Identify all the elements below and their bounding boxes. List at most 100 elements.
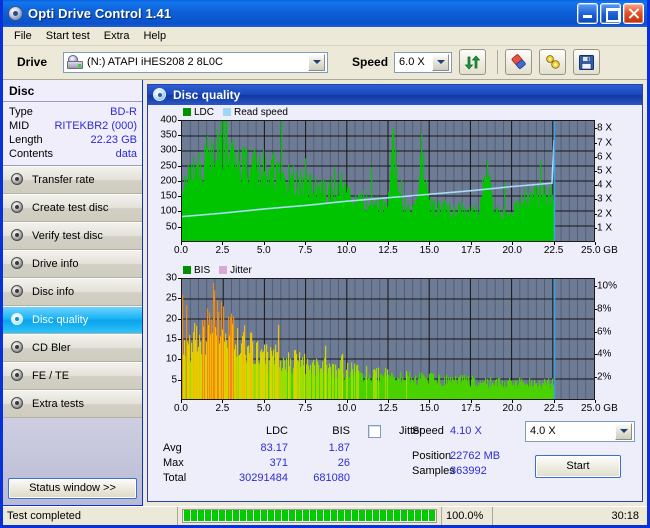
x-tick xyxy=(553,241,555,245)
x-tick xyxy=(553,399,555,403)
disc-info-value: RITEKBR2 (000) xyxy=(54,119,137,132)
sidebar-item-transfer-rate[interactable]: Transfer rate xyxy=(3,165,142,194)
disc-icon xyxy=(7,5,24,22)
y-tick-label: 250 xyxy=(160,160,177,172)
sidebar-item-label: Disc info xyxy=(32,285,75,298)
close-button[interactable] xyxy=(623,3,644,24)
menu-item-help[interactable]: Help xyxy=(136,28,173,44)
drive-select[interactable]: (N:) ATAPI iHES208 2 8L0C xyxy=(63,51,329,73)
y2-tick-label: 6 X xyxy=(597,151,613,163)
speed-select[interactable]: 6.0 X xyxy=(394,51,453,73)
disc-info-value: BD-R xyxy=(110,105,137,118)
stats-max-bis: 26 xyxy=(337,456,350,469)
stats-max-ldc: 371 xyxy=(269,456,288,469)
sidebar-item-label: Verify test disc xyxy=(32,229,103,242)
x-tick-label: 12.5 xyxy=(378,402,398,414)
sidebar-item-extra-tests[interactable]: Extra tests xyxy=(3,389,142,418)
menu-item-extra[interactable]: Extra xyxy=(97,28,137,44)
x-tick xyxy=(181,399,182,403)
charts-area: LDC Read speed 50 100 150 200 250 300 350 400 1… xyxy=(148,105,642,501)
window-title: Opti Drive Control 1.41 xyxy=(28,5,172,21)
sidebar-item-disc-info[interactable]: Disc info xyxy=(3,277,142,306)
sidebar-item-disc-quality[interactable]: Disc quality xyxy=(3,305,142,334)
stats-row-label-total: Total xyxy=(163,471,187,484)
sidebar-item-drive-info[interactable]: Drive info xyxy=(3,249,142,278)
x-tick-label: 25.0 GB xyxy=(581,244,618,256)
x-tick-label: 10.0 xyxy=(336,402,357,414)
x-tick-label: 10.0 xyxy=(336,244,357,256)
app-body: Disc Type BD-R MID RITEKBR2 (000) Length… xyxy=(3,79,647,506)
eraser-icon xyxy=(511,54,526,70)
sidebar-item-cd-bler[interactable]: CD Bler xyxy=(3,333,142,362)
sidebar-item-label: CD Bler xyxy=(32,341,71,354)
optical-drive-icon xyxy=(67,55,84,70)
tools-icon xyxy=(545,55,560,70)
legend-swatch-jitter xyxy=(219,266,228,275)
menu-item-file[interactable]: File xyxy=(7,28,39,44)
progress-block xyxy=(254,510,260,522)
chevron-down-icon[interactable] xyxy=(308,53,326,71)
tools-button[interactable] xyxy=(539,49,567,76)
ldc-chart-legend: LDC Read speed xyxy=(183,107,294,118)
test-speed-select[interactable]: 4.0 X xyxy=(525,420,635,442)
progress-block xyxy=(303,510,309,522)
erase-button[interactable] xyxy=(505,49,533,76)
refresh-button[interactable] xyxy=(459,49,487,76)
x-tick xyxy=(181,241,182,245)
y-tick-label: 25 xyxy=(165,292,177,304)
x-tick-label: 15.0 xyxy=(419,244,440,256)
chevron-down-icon[interactable] xyxy=(615,422,632,440)
disc-quality-panel: Disc quality LDC Read speed 50 100 150 200 2… xyxy=(147,83,643,502)
sidebar-item-label: Transfer rate xyxy=(32,173,95,186)
progress-block xyxy=(184,510,190,522)
x-tick-label: 25.0 GB xyxy=(581,402,618,414)
y2-tick-label: 4% xyxy=(597,348,612,360)
progress-block xyxy=(394,510,400,522)
disc-icon xyxy=(153,87,167,102)
x-tick xyxy=(388,241,389,245)
chevron-down-icon[interactable] xyxy=(432,53,450,71)
x-tick-label: 20.0 xyxy=(502,244,522,256)
minimize-button[interactable] xyxy=(577,3,598,24)
status-window-button[interactable]: Status window >> xyxy=(8,477,137,499)
x-tick xyxy=(346,399,348,403)
progress-block xyxy=(233,510,239,522)
sidebar-item-fe-te[interactable]: FE / TE xyxy=(3,361,142,390)
sidebar-item-label: FE / TE xyxy=(32,369,70,382)
progress-block xyxy=(338,510,344,522)
sidebar-item-create-test-disc[interactable]: Create test disc xyxy=(3,193,142,222)
x-tick-label: 12.5 xyxy=(378,244,398,256)
disc-info-row-type: Type BD-R xyxy=(9,105,137,119)
disc-icon xyxy=(10,228,25,243)
x-tick-label: 15.0 xyxy=(419,402,440,414)
legend-swatch-read-speed xyxy=(223,108,232,117)
y-tick-label: 30 xyxy=(165,272,177,284)
sidebar-item-label: Drive info xyxy=(32,257,79,270)
y2-tick-label: 8% xyxy=(597,303,612,315)
ldc-chart: LDC Read speed 50 100 150 200 250 300 350 400 1… xyxy=(150,107,640,265)
x-tick xyxy=(470,399,472,403)
sidebar-item-verify-test-disc[interactable]: Verify test disc xyxy=(3,221,142,250)
disc-info-value: 22.23 GB xyxy=(90,133,137,146)
bis-plot-svg xyxy=(182,278,594,399)
bis-chart: BIS Jitter 5 10 15 20 25 30 2% 4% 6% 8% 10% 0.0 2.… xyxy=(150,265,640,423)
progress-block xyxy=(191,510,197,522)
progress-block xyxy=(296,510,302,522)
status-time: 30:18 xyxy=(611,509,639,522)
y2-tick-label: 5 X xyxy=(597,165,613,177)
jitter-checkbox[interactable] xyxy=(368,424,381,438)
maximize-button[interactable] xyxy=(600,3,621,24)
progress-block xyxy=(205,510,211,522)
x-tick-label: 22.5 xyxy=(543,402,564,414)
save-button[interactable] xyxy=(573,49,601,76)
stats-total-bis: 681080 xyxy=(313,471,350,484)
progress-block xyxy=(198,510,204,522)
start-button[interactable]: Start xyxy=(535,454,621,478)
progress-block xyxy=(317,510,323,522)
disc-icon xyxy=(10,312,25,327)
disc-info-row-length: Length 22.23 GB xyxy=(9,133,137,147)
x-tick xyxy=(263,399,265,403)
progress-block xyxy=(268,510,274,522)
x-tick-label: 5.0 xyxy=(256,402,271,414)
menu-item-start-test[interactable]: Start test xyxy=(39,28,97,44)
